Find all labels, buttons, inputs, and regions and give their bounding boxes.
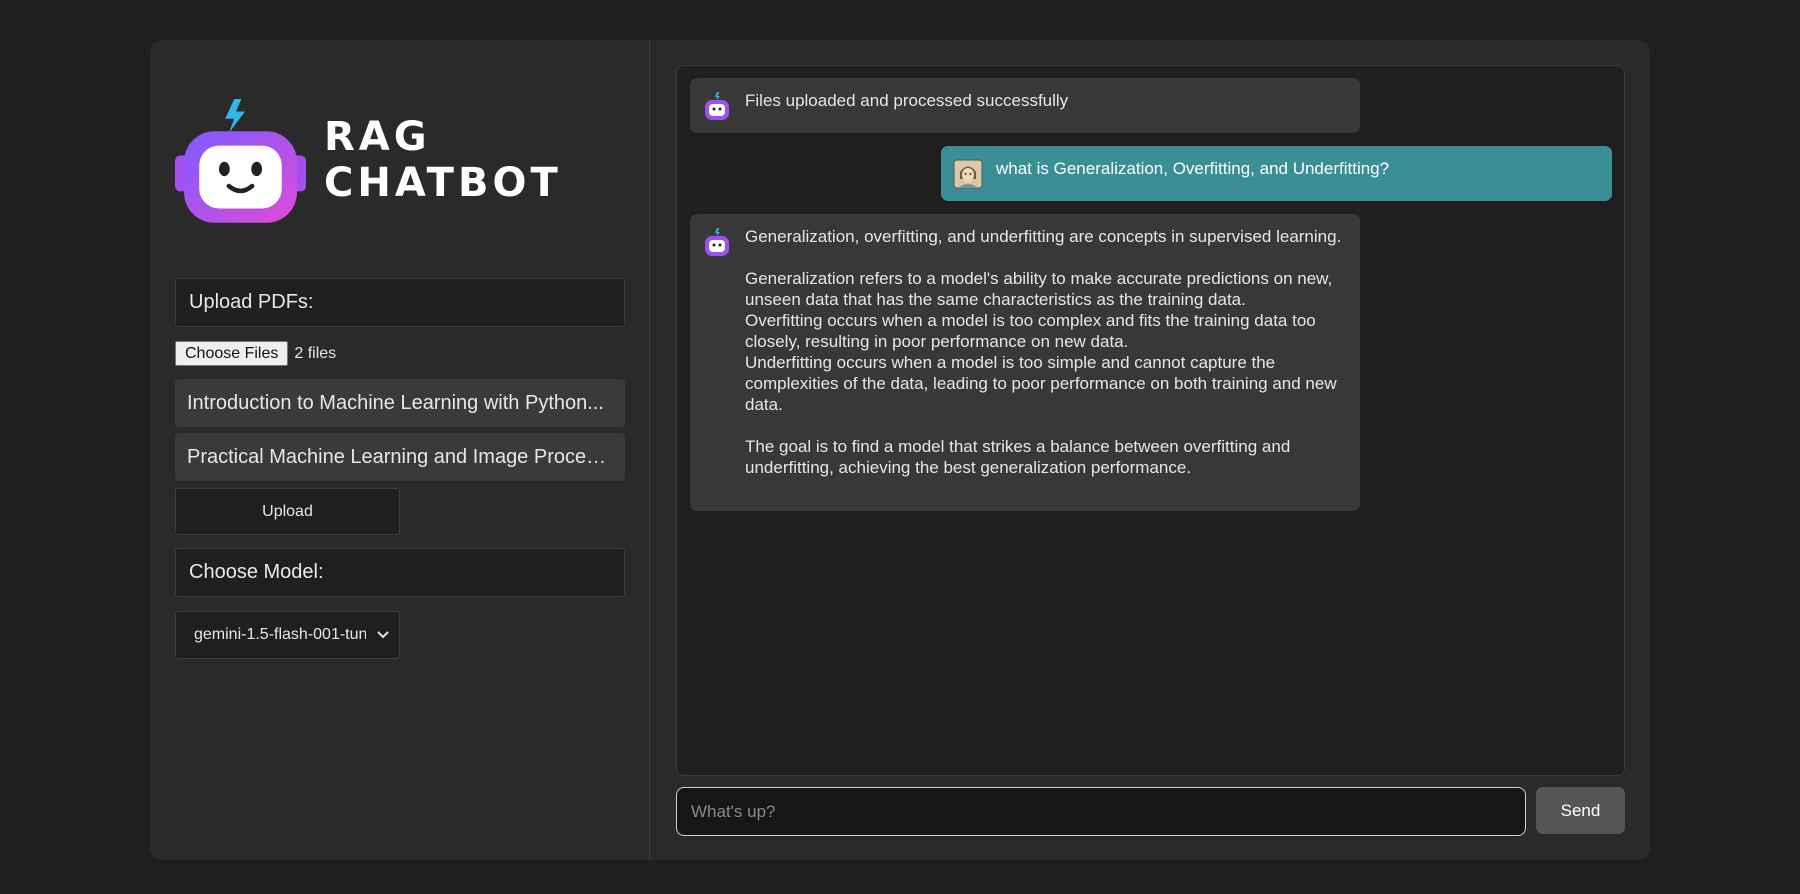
message-input-container [676,787,1526,836]
chat-history[interactable]: Files uploaded and processed successfull… [676,65,1625,776]
sidebar: RAG CHATBOT Upload PDFs: Choose Files 2 … [150,40,650,860]
bot-avatar-icon [705,228,729,256]
file-count: 2 files [294,344,337,362]
model-selected-value: gemini-1.5-flash-001-tuning [194,626,366,643]
user-avatar-icon [953,159,983,189]
send-button[interactable]: Send [1536,787,1625,834]
choose-model-label: Choose Model: [175,548,625,597]
choose-files-button[interactable]: Choose Files [175,341,289,366]
user-message: what is Generalization, Overfitting, and… [941,146,1612,201]
uploaded-file-item: Introduction to Machine Learning with Py… [175,379,625,427]
uploaded-file-item: Practical Machine Learning and Image Pro… [175,433,625,481]
logo-text: RAG CHATBOT [323,114,562,206]
message-input[interactable] [691,801,1511,822]
bot-message: Generalization, overfitting, and underfi… [690,214,1360,511]
message-text: Files uploaded and processed successfull… [745,91,1069,110]
file-name: Practical Machine Learning and Image Pro… [187,445,611,468]
file-name: Introduction to Machine Learning with Py… [187,391,604,414]
robot-logo-icon [175,98,306,223]
bot-avatar-icon [705,92,729,120]
message-text: what is Generalization, Overfitting, and… [996,159,1390,178]
chat-panel: Files uploaded and processed successfull… [650,40,1650,860]
upload-button[interactable]: Upload [175,488,400,535]
logo: RAG CHATBOT [175,90,649,230]
bot-message: Files uploaded and processed successfull… [690,78,1360,133]
message-text: Generalization, overfitting, and underfi… [745,227,1342,477]
file-input[interactable]: Choose Files 2 files [175,341,336,366]
upload-pdfs-label: Upload PDFs: [175,278,625,327]
model-select[interactable]: gemini-1.5-flash-001-tuning [175,611,400,659]
chevron-down-icon [377,631,389,639]
app-window: RAG CHATBOT Upload PDFs: Choose Files 2 … [150,40,1650,860]
